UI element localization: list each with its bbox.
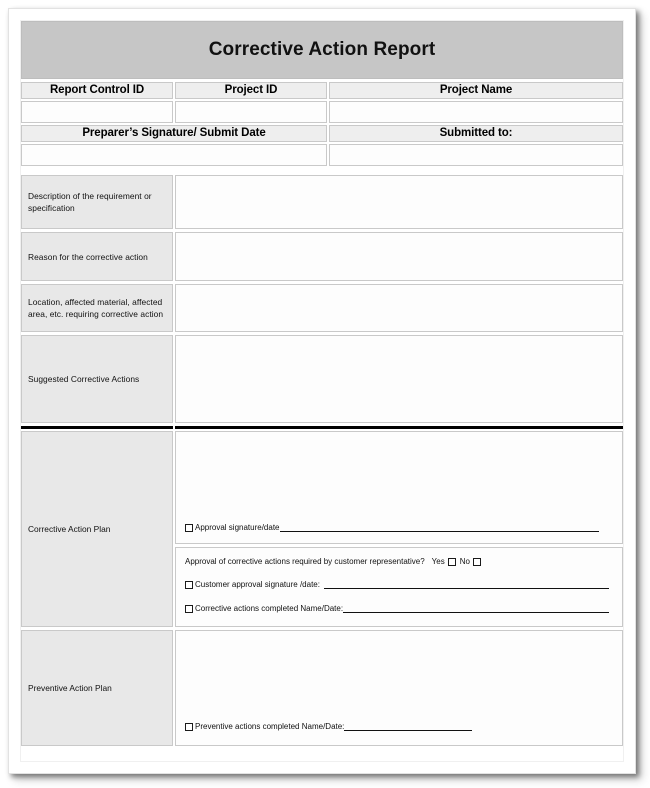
corrective-action-plan-section: Corrective Action Plan Approval signatur… — [21, 431, 623, 627]
submitted-to-field[interactable] — [329, 144, 623, 166]
row-label-reason: Reason for the corrective action — [21, 232, 173, 281]
customer-approval-no-label: No — [459, 557, 470, 566]
customer-approval-signature-input[interactable] — [323, 580, 609, 589]
customer-approval-signature-line: Customer approval signature /date: — [185, 579, 613, 590]
customer-approval-pane: Approval of corrective actions required … — [175, 547, 623, 627]
header-label-preparer-signature: Preparer’s Signature/ Submit Date — [21, 125, 327, 142]
header-label-row-2: Preparer’s Signature/ Submit Date Submit… — [21, 125, 623, 142]
row-field-reason[interactable] — [175, 232, 623, 281]
form-sheet: Corrective Action Report Report Control … — [20, 20, 624, 762]
row-field-description[interactable] — [175, 175, 623, 229]
preventive-actions-completed-line: Preventive actions completed Name/Date: — [185, 721, 613, 732]
corrective-action-plan-label: Corrective Action Plan — [21, 431, 173, 627]
preventive-action-notes-text[interactable] — [185, 631, 613, 721]
row-field-suggested-corrective-actions[interactable] — [175, 335, 623, 423]
table-row: Description of the requirement or specif… — [21, 175, 623, 229]
table-row: Reason for the corrective action — [21, 232, 623, 281]
preventive-action-plan-body: Preventive actions completed Name/Date: — [175, 630, 623, 746]
corrective-actions-completed-label: Corrective actions completed Name/Date: — [195, 604, 344, 613]
corrective-action-notes-text[interactable] — [185, 432, 613, 522]
row-label-description: Description of the requirement or specif… — [21, 175, 173, 229]
approval-signature-checkbox[interactable] — [185, 524, 193, 532]
preventive-actions-completed-checkbox[interactable] — [185, 723, 193, 731]
page-title: Corrective Action Report — [208, 39, 436, 60]
report-control-id-field[interactable] — [21, 101, 173, 123]
preventive-actions-completed-input[interactable] — [344, 722, 473, 731]
preventive-action-notes-pane[interactable]: Preventive actions completed Name/Date: — [175, 630, 623, 746]
table-row: Location, affected material, affected ar… — [21, 284, 623, 332]
approval-signature-line: Approval signature/date — [185, 522, 613, 533]
section-divider-left — [21, 426, 173, 429]
customer-approval-signature-label: Customer approval signature /date: — [195, 580, 320, 589]
header-label-submitted-to: Submitted to: — [329, 125, 623, 142]
project-id-field[interactable] — [175, 101, 327, 123]
approval-signature-label: Approval signature/date — [195, 523, 280, 532]
section-divider — [21, 426, 623, 429]
customer-approval-no-checkbox[interactable] — [472, 557, 481, 566]
customer-approval-yes-label: Yes — [431, 557, 445, 566]
customer-approval-question-line: Approval of corrective actions required … — [185, 557, 613, 566]
preventive-action-plan-label: Preventive Action Plan — [21, 630, 173, 746]
customer-approval-question: Approval of corrective actions required … — [185, 557, 425, 566]
customer-approval-signature-checkbox[interactable] — [185, 581, 193, 589]
table-row: Suggested Corrective Actions — [21, 335, 623, 423]
document-paper: Corrective Action Report Report Control … — [8, 8, 636, 774]
row-field-location[interactable] — [175, 284, 623, 332]
header-label-project-id: Project ID — [175, 82, 327, 99]
header-label-project-name: Project Name — [329, 82, 623, 99]
header-label-report-control-id: Report Control ID — [21, 82, 173, 99]
preventive-actions-completed-label: Preventive actions completed Name/Date: — [195, 722, 345, 731]
corrective-actions-completed-input[interactable] — [343, 604, 609, 613]
corrective-action-plan-body: Approval signature/date Approval of corr… — [175, 431, 623, 627]
header-label-row-1: Report Control ID Project ID Project Nam… — [21, 82, 623, 99]
corrective-action-notes-pane[interactable]: Approval signature/date — [175, 431, 623, 544]
row-label-suggested-corrective-actions: Suggested Corrective Actions — [21, 335, 173, 423]
corrective-actions-completed-checkbox[interactable] — [185, 605, 193, 613]
header-input-row-1 — [21, 101, 623, 123]
corrective-actions-completed-line: Corrective actions completed Name/Date: — [185, 603, 613, 614]
preparer-signature-field[interactable] — [21, 144, 327, 166]
document-title-bar: Corrective Action Report — [21, 21, 623, 79]
project-name-field[interactable] — [329, 101, 623, 123]
preventive-action-plan-section: Preventive Action Plan Preventive action… — [21, 630, 623, 746]
customer-approval-yes-checkbox[interactable] — [447, 557, 456, 566]
approval-signature-input[interactable] — [279, 523, 599, 532]
screenshot-canvas: Corrective Action Report Report Control … — [0, 0, 650, 788]
row-label-location: Location, affected material, affected ar… — [21, 284, 173, 332]
section-divider-right — [175, 426, 623, 429]
header-input-row-2 — [21, 144, 623, 166]
